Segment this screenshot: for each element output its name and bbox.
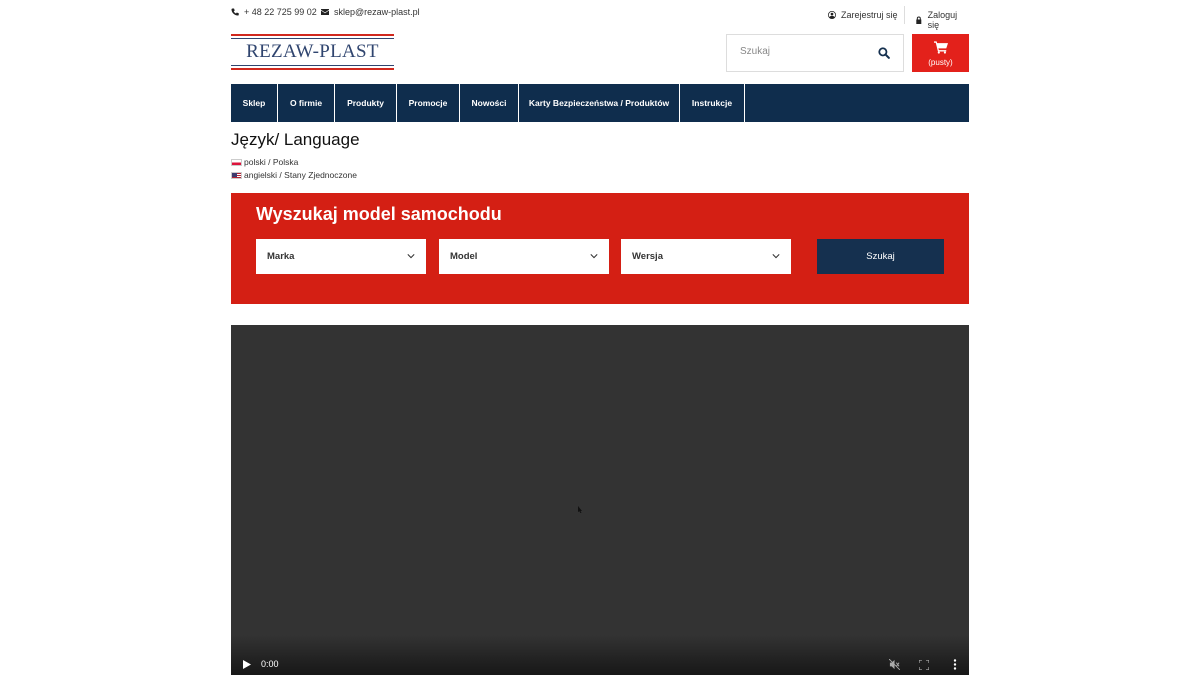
logo-stripe bbox=[231, 34, 394, 36]
muted-icon[interactable] bbox=[889, 659, 900, 670]
envelope-icon bbox=[321, 9, 329, 15]
nav-item-sklep[interactable]: Sklep bbox=[231, 84, 278, 122]
version-select[interactable]: Wersja bbox=[621, 239, 791, 274]
user-circle-icon bbox=[828, 11, 836, 19]
language-option-polish[interactable]: polski / Polska bbox=[231, 157, 298, 167]
search-icon[interactable] bbox=[878, 47, 890, 59]
finder-title: Wyszukaj model samochodu bbox=[256, 204, 502, 224]
video-time: 0:00 bbox=[261, 659, 279, 669]
nav-item-karty-bezpieczenstwa[interactable]: Karty Bezpieczeństwa / Produktów bbox=[519, 84, 680, 122]
poland-flag-icon bbox=[231, 158, 242, 166]
chevron-down-icon bbox=[772, 254, 780, 259]
account-divider bbox=[904, 6, 905, 24]
finder-search-button[interactable]: Szukaj bbox=[817, 239, 944, 274]
email-contact[interactable]: sklep@rezaw-plast.pl bbox=[321, 7, 420, 17]
logo-stripe bbox=[231, 38, 394, 39]
nav-item-promocje[interactable]: Promocje bbox=[397, 84, 460, 122]
search-input[interactable] bbox=[740, 46, 870, 57]
car-model-finder: Wyszukaj model samochodu Marka Model Wer… bbox=[231, 193, 969, 304]
nav-item-instrukcje[interactable]: Instrukcje bbox=[680, 84, 745, 122]
brand-select-label: Marka bbox=[267, 251, 295, 262]
email-address: sklep@rezaw-plast.pl bbox=[334, 7, 420, 17]
mouse-cursor-icon bbox=[578, 506, 582, 513]
language-option-label: polski / Polska bbox=[244, 157, 299, 167]
cart-status: (pusty) bbox=[928, 58, 953, 67]
fullscreen-icon[interactable] bbox=[919, 660, 929, 670]
model-select[interactable]: Model bbox=[439, 239, 609, 274]
phone-icon bbox=[231, 8, 239, 16]
usa-flag-icon bbox=[231, 171, 242, 179]
language-title: Język/ Language bbox=[231, 130, 360, 149]
nav-item-o-firmie[interactable]: O firmie bbox=[278, 84, 335, 122]
login-label: Zaloguj się bbox=[927, 10, 958, 30]
cart-icon bbox=[934, 41, 948, 54]
cart-button[interactable]: (pusty) bbox=[912, 34, 969, 72]
chevron-down-icon bbox=[590, 254, 598, 259]
lock-icon bbox=[916, 16, 922, 24]
logo-stripe bbox=[231, 68, 394, 70]
login-link[interactable]: Zaloguj się bbox=[915, 10, 969, 30]
model-select-label: Model bbox=[450, 251, 478, 262]
register-label: Zarejestruj się bbox=[841, 10, 898, 20]
language-option-label: angielski / Stany Zjednoczone bbox=[244, 170, 357, 180]
logo-text: REZAW-PLAST bbox=[246, 41, 379, 62]
nav-item-produkty[interactable]: Produkty bbox=[335, 84, 397, 122]
main-nav: Sklep O firmie Produkty Promocje Nowości… bbox=[231, 84, 969, 122]
register-link[interactable]: Zarejestruj się bbox=[828, 10, 898, 20]
phone-number: + 48 22 725 99 02 bbox=[244, 7, 317, 17]
site-logo[interactable]: REZAW-PLAST bbox=[231, 34, 394, 72]
phone-contact[interactable]: + 48 22 725 99 02 bbox=[231, 7, 317, 17]
nav-item-nowosci[interactable]: Nowości bbox=[460, 84, 519, 122]
chevron-down-icon bbox=[407, 254, 415, 259]
video-player[interactable]: 0:00 bbox=[231, 325, 969, 675]
more-options-icon[interactable] bbox=[953, 659, 957, 670]
language-option-english[interactable]: angielski / Stany Zjednoczone bbox=[231, 170, 357, 180]
video-controls-bar bbox=[231, 635, 969, 675]
top-bar: + 48 22 725 99 02 sklep@rezaw-plast.pl Z… bbox=[231, 0, 969, 30]
play-icon[interactable] bbox=[243, 660, 251, 669]
logo-stripe bbox=[231, 65, 394, 66]
brand-select[interactable]: Marka bbox=[256, 239, 426, 274]
version-select-label: Wersja bbox=[632, 251, 663, 262]
search-box bbox=[726, 34, 904, 72]
